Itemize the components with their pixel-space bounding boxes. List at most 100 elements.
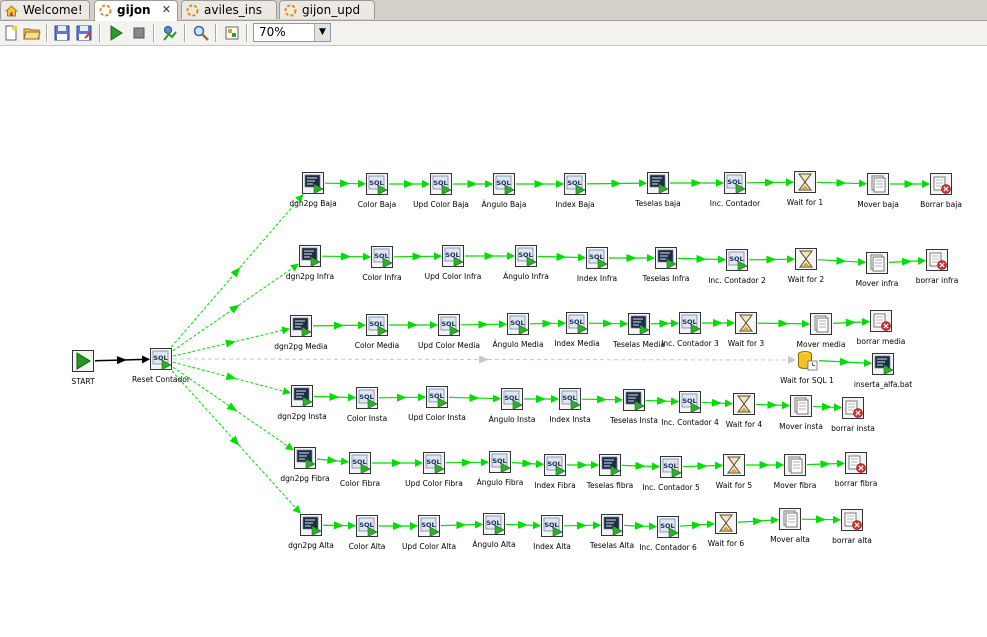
grid-icon[interactable] bbox=[223, 24, 241, 42]
job-entry-i9[interactable] bbox=[866, 252, 890, 276]
tab-gijon[interactable]: gijon ✕ bbox=[94, 0, 178, 21]
chevron-down-icon[interactable]: ▼ bbox=[314, 24, 330, 41]
job-entry-m2[interactable]: SQL bbox=[366, 314, 390, 338]
preview-icon[interactable] bbox=[161, 24, 179, 42]
job-entry-i6[interactable] bbox=[655, 247, 679, 271]
job-entry-b9[interactable] bbox=[867, 173, 891, 197]
job-entry-i7[interactable]: SQL bbox=[726, 249, 750, 273]
sql-entry-icon: SQL bbox=[356, 515, 378, 537]
tab-label: Welcome! bbox=[23, 3, 83, 17]
job-entry-a1[interactable] bbox=[300, 514, 324, 538]
job-entry-i1[interactable] bbox=[299, 245, 323, 269]
save-as-icon[interactable] bbox=[75, 24, 93, 42]
job-entry-label: Inc. Contador 5 bbox=[642, 483, 700, 492]
job-entry-a7[interactable]: SQL bbox=[657, 516, 681, 540]
job-entry-b6[interactable] bbox=[647, 172, 671, 196]
hop-arrow-icon bbox=[691, 179, 702, 187]
job-entry-label: dgn2pg Insta bbox=[277, 412, 327, 421]
job-entry-n6[interactable] bbox=[623, 389, 647, 413]
job-entry-i10[interactable] bbox=[926, 249, 950, 273]
job-entry-n2[interactable]: SQL bbox=[356, 387, 380, 411]
job-entry-label: Index Fibra bbox=[534, 481, 576, 490]
job-entry-f8[interactable] bbox=[723, 454, 747, 478]
job-entry-n1[interactable] bbox=[291, 385, 315, 409]
job-entry-b3[interactable]: SQL bbox=[430, 173, 454, 197]
job-entry-a9[interactable] bbox=[779, 508, 803, 532]
job-entry-m7[interactable]: SQL bbox=[679, 312, 703, 336]
job-entry-m3[interactable]: SQL bbox=[438, 314, 462, 338]
job-entry-n3[interactable]: SQL bbox=[426, 386, 450, 410]
job-entry-a5[interactable]: SQL bbox=[541, 515, 565, 539]
job-entry-a6[interactable] bbox=[601, 514, 625, 538]
job-entry-i3[interactable]: SQL bbox=[442, 245, 466, 269]
job-entry-n10[interactable] bbox=[842, 397, 866, 421]
job-entry-a8[interactable] bbox=[715, 512, 739, 536]
job-entry-f4[interactable]: SQL bbox=[489, 451, 513, 475]
delete-entry-icon bbox=[841, 509, 863, 531]
stop-icon[interactable] bbox=[130, 24, 148, 42]
job-entry-i2[interactable]: SQL bbox=[371, 246, 395, 270]
job-entry-n9[interactable] bbox=[790, 395, 814, 419]
open-icon[interactable] bbox=[23, 24, 41, 42]
job-entry-label: Teselas Infra bbox=[642, 274, 690, 283]
close-icon[interactable]: ✕ bbox=[162, 1, 171, 19]
hop-arrow-icon bbox=[845, 318, 856, 327]
job-entry-m8[interactable] bbox=[735, 312, 759, 336]
job-entry-b8[interactable] bbox=[794, 171, 818, 195]
job-entry-label: dgn2pg Infra bbox=[285, 272, 335, 281]
zoom-select[interactable]: 70% ▼ bbox=[253, 23, 331, 42]
job-entry-w1[interactable] bbox=[796, 349, 820, 373]
tab-gijon-upd[interactable]: gijon_upd bbox=[279, 0, 375, 19]
job-entry-f1[interactable] bbox=[294, 447, 318, 471]
tab-aviles-ins[interactable]: aviles_ins bbox=[181, 0, 277, 19]
explore-icon[interactable] bbox=[192, 24, 210, 42]
run-icon[interactable] bbox=[107, 24, 125, 42]
job-entry-i5[interactable]: SQL bbox=[586, 247, 610, 271]
job-entry-i4[interactable]: SQL bbox=[515, 245, 539, 269]
job-entry-b7[interactable]: SQL bbox=[724, 172, 748, 196]
job-entry-a10[interactable] bbox=[841, 509, 865, 533]
shell-entry-icon bbox=[290, 315, 312, 337]
job-entry-n8[interactable] bbox=[733, 393, 757, 417]
job-entry-i8[interactable] bbox=[795, 248, 819, 272]
svg-text:SQL: SQL bbox=[567, 179, 581, 187]
job-entry-f3[interactable]: SQL bbox=[423, 452, 447, 476]
hop-arrow-icon bbox=[836, 256, 847, 265]
job-entry-f5[interactable]: SQL bbox=[544, 454, 568, 478]
job-entry-n7[interactable]: SQL bbox=[679, 391, 703, 415]
job-entry-label: Mover infra bbox=[855, 279, 899, 288]
job-entry-f6[interactable] bbox=[599, 454, 623, 478]
job-entry-reset[interactable]: SQL bbox=[150, 348, 174, 372]
job-entry-n4[interactable]: SQL bbox=[501, 388, 525, 412]
job-entry-m9[interactable] bbox=[810, 313, 834, 337]
job-entry-m5[interactable]: SQL bbox=[566, 312, 590, 336]
job-entry-f10[interactable] bbox=[845, 452, 869, 476]
save-icon[interactable] bbox=[53, 24, 71, 42]
job-entry-m6[interactable] bbox=[628, 313, 652, 337]
job-entry-a4[interactable]: SQL bbox=[483, 513, 507, 537]
job-entry-f2[interactable]: SQL bbox=[349, 452, 373, 476]
job-entry-w2[interactable] bbox=[872, 353, 896, 377]
job-entry-b4[interactable]: SQL bbox=[493, 173, 517, 197]
sql-entry-icon: SQL bbox=[586, 247, 608, 269]
job-entry-m4[interactable]: SQL bbox=[507, 313, 531, 337]
job-entry-m1[interactable] bbox=[290, 315, 314, 339]
job-entry-f9[interactable] bbox=[784, 454, 808, 478]
job-entry-a3[interactable]: SQL bbox=[418, 515, 442, 539]
job-entry-f7[interactable]: SQL bbox=[660, 456, 684, 480]
job-entry-b2[interactable]: SQL bbox=[366, 173, 390, 197]
job-entry-b1[interactable] bbox=[302, 172, 326, 196]
job-entry-start[interactable] bbox=[72, 350, 96, 374]
hop-arrow-icon bbox=[226, 402, 238, 412]
job-entry-m10[interactable] bbox=[870, 310, 894, 334]
hop-arrow-icon bbox=[517, 520, 528, 529]
shell-entry-icon bbox=[655, 247, 677, 269]
job-entry-b10[interactable] bbox=[930, 173, 954, 197]
job-entry-a2[interactable]: SQL bbox=[356, 515, 380, 539]
job-entry-n5[interactable]: SQL bbox=[559, 388, 583, 412]
job-entry-b5[interactable]: SQL bbox=[564, 173, 588, 197]
new-icon[interactable] bbox=[2, 24, 20, 42]
job-icon bbox=[186, 4, 199, 17]
job-canvas[interactable]: START SQL Reset Contador dgn2pg Baja SQL Colo… bbox=[0, 46, 987, 637]
tab-welcome[interactable]: Welcome! bbox=[0, 0, 90, 19]
